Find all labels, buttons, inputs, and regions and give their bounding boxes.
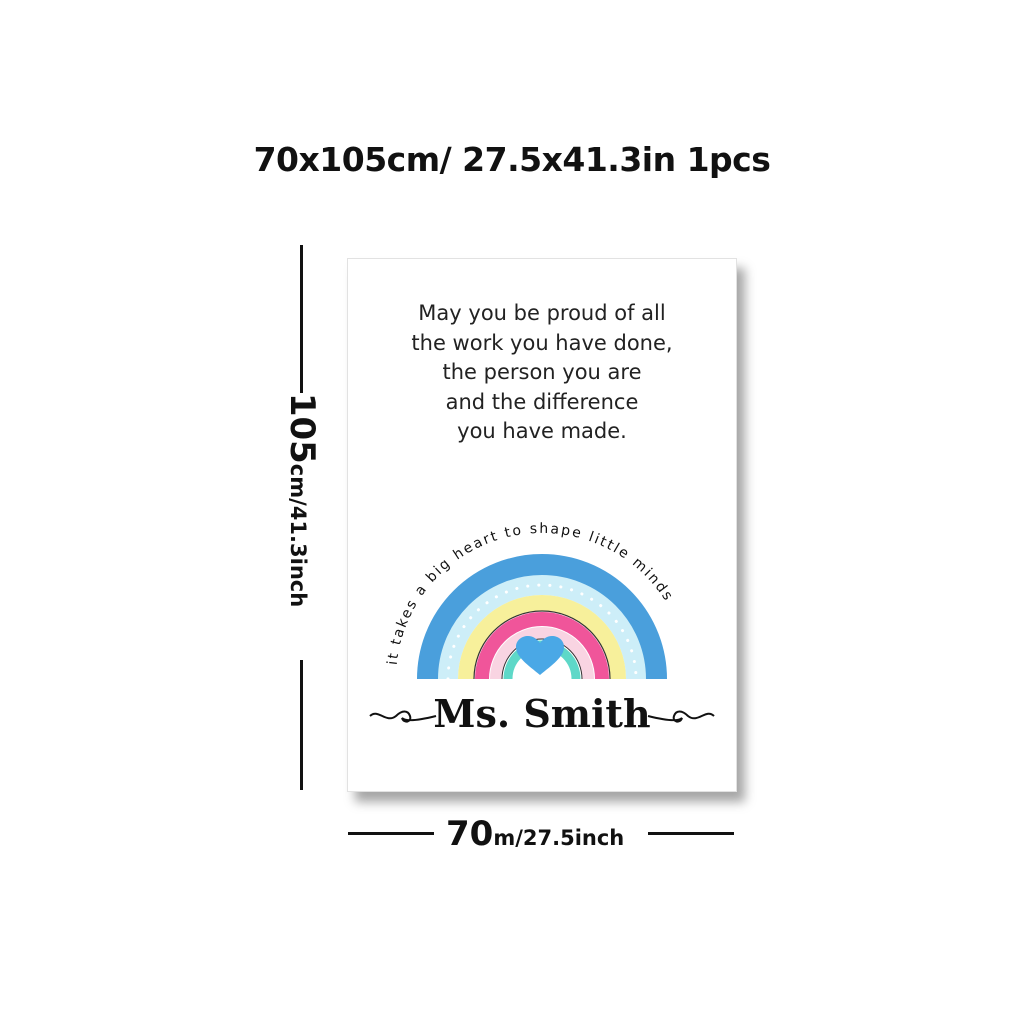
quote-line: the person you are	[442, 360, 642, 384]
width-line-left	[348, 832, 434, 835]
height-unit: cm/41.3inch	[286, 463, 310, 608]
height-label: 105cm/41.3inch	[282, 393, 322, 607]
width-line-right	[648, 832, 734, 835]
quote-line: May you be proud of all	[418, 301, 666, 325]
height-line-top	[300, 245, 303, 393]
right-swirl-icon	[647, 710, 715, 723]
size-title: 70x105cm/ 27.5x41.3in 1pcs	[253, 140, 771, 179]
quote-line: and the difference	[445, 389, 639, 414]
height-line-bottom	[300, 660, 303, 790]
height-value: 105	[282, 392, 322, 464]
rainbow-graphic: it takes a big heart to shape little min…	[385, 521, 675, 681]
width-value: 70	[446, 814, 494, 854]
quote-text: May you be proud of all the work you hav…	[348, 299, 736, 447]
rainbow-illustration: it takes a big heart to shape little min…	[348, 479, 736, 699]
poster-card: May you be proud of all the work you hav…	[347, 258, 737, 792]
width-label: 70m/27.5inch	[446, 814, 624, 854]
quote-line: the work you have done,	[411, 330, 673, 355]
quote-line: you have made.	[457, 419, 627, 443]
width-unit: m/27.5inch	[493, 826, 625, 850]
